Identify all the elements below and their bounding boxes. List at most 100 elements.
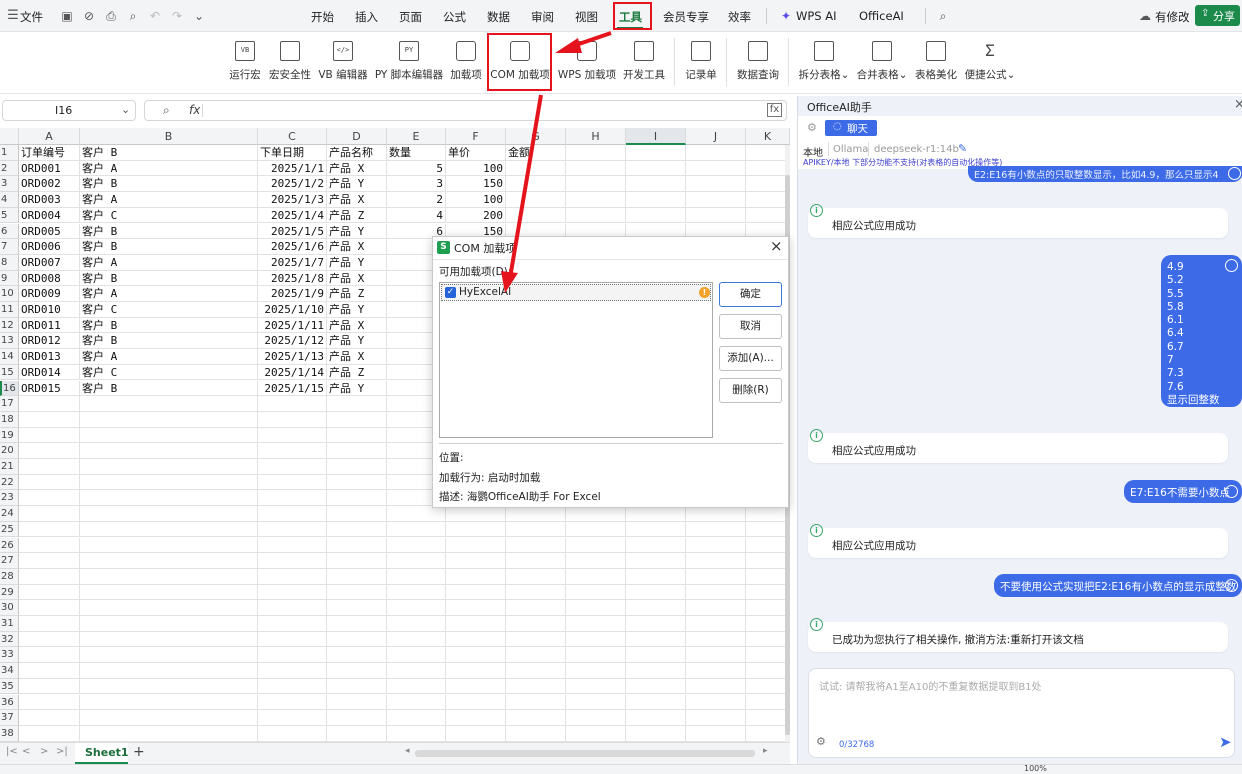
remove-button[interactable]: 删除(R) — [719, 378, 782, 403]
cell[interactable] — [446, 568, 506, 585]
cell[interactable] — [19, 725, 80, 742]
cell[interactable] — [327, 631, 387, 648]
cell[interactable]: ORD010 — [19, 302, 80, 318]
cell[interactable] — [686, 694, 746, 711]
cell[interactable] — [387, 506, 446, 522]
name-box[interactable]: I16 ⌄ — [2, 100, 136, 121]
cell[interactable] — [506, 192, 566, 208]
cell[interactable] — [746, 537, 790, 554]
cell[interactable] — [626, 537, 686, 554]
cell[interactable]: ORD011 — [19, 317, 80, 334]
cell[interactable] — [686, 207, 746, 224]
prev-sheet-icon[interactable]: < — [22, 746, 30, 757]
cell[interactable] — [626, 725, 686, 742]
cell[interactable] — [626, 568, 686, 585]
cell[interactable] — [80, 521, 258, 538]
cell[interactable] — [506, 725, 566, 742]
cell[interactable] — [327, 506, 387, 522]
cell[interactable] — [80, 396, 258, 412]
cell[interactable] — [626, 694, 686, 711]
cell[interactable]: ORD007 — [19, 254, 80, 271]
cell[interactable] — [258, 725, 327, 742]
chevron-down-icon[interactable]: ⌄ — [121, 103, 130, 116]
add-sheet-icon[interactable]: + — [133, 744, 145, 760]
cell[interactable]: ORD003 — [19, 192, 80, 208]
cell[interactable] — [446, 600, 506, 616]
cell[interactable] — [506, 584, 566, 601]
scroll-left-icon[interactable]: ◂ — [405, 746, 410, 756]
settings-icon[interactable]: ⚙ — [807, 121, 817, 134]
cell[interactable] — [686, 678, 746, 695]
cell[interactable] — [258, 427, 327, 444]
close-icon[interactable]: × — [770, 237, 783, 255]
cell[interactable] — [566, 568, 626, 585]
split-table-button[interactable]: 拆分表格⌄ — [797, 32, 851, 92]
chevron-down-icon[interactable]: ⌄ — [192, 9, 206, 23]
cell[interactable] — [686, 537, 746, 554]
cell[interactable] — [80, 725, 258, 742]
cell[interactable] — [686, 176, 746, 193]
cell[interactable]: 客户 B — [80, 317, 258, 334]
cell[interactable] — [566, 647, 626, 664]
cell[interactable] — [387, 647, 446, 664]
modified-status[interactable]: 有修改 — [1155, 9, 1190, 25]
cell[interactable] — [746, 725, 790, 742]
row-header[interactable]: 1 — [0, 145, 19, 161]
cell[interactable] — [258, 616, 327, 632]
row-header[interactable]: 28 — [0, 568, 19, 585]
row-header[interactable]: 27 — [0, 553, 19, 569]
cell[interactable] — [327, 616, 387, 632]
row-header[interactable]: 36 — [0, 694, 19, 711]
row-header[interactable]: 37 — [0, 710, 19, 726]
zoom-search-icon[interactable]: ⌕ — [163, 103, 170, 118]
cell[interactable]: 产品 X — [327, 160, 387, 177]
cell[interactable] — [258, 506, 327, 522]
cell[interactable] — [566, 160, 626, 177]
sheet-tab[interactable]: Sheet1 — [75, 743, 129, 764]
cell[interactable]: ORD013 — [19, 349, 80, 365]
cell[interactable] — [566, 521, 626, 538]
cell[interactable] — [506, 176, 566, 193]
cell[interactable] — [19, 678, 80, 695]
cell[interactable] — [626, 678, 686, 695]
formula-input[interactable]: ⌕ fx fx — [144, 100, 787, 121]
cell[interactable] — [626, 584, 686, 601]
mode-ollama[interactable]: Ollama — [833, 144, 868, 155]
cell[interactable] — [506, 553, 566, 569]
cell[interactable]: 客户 A — [80, 254, 258, 271]
cell[interactable] — [19, 521, 80, 538]
cell[interactable] — [19, 411, 80, 428]
column-header[interactable]: H — [566, 128, 626, 145]
cell[interactable] — [19, 631, 80, 648]
tab-insert[interactable]: 插入 — [355, 9, 378, 25]
cell[interactable] — [80, 678, 258, 695]
cell[interactable] — [327, 443, 387, 459]
cell[interactable] — [626, 647, 686, 664]
cell[interactable]: 产品 Z — [327, 286, 387, 302]
cell[interactable] — [258, 537, 327, 554]
cell[interactable] — [387, 631, 446, 648]
cell[interactable] — [80, 631, 258, 648]
cell[interactable]: 2025/1/2 — [258, 176, 327, 193]
wps-addins-button[interactable]: WPS 加载项 — [555, 32, 619, 92]
cell[interactable]: 产品 Z — [327, 364, 387, 381]
row-header[interactable]: 19 — [0, 427, 19, 444]
run-macro-button[interactable]: VB 运行宏 — [226, 32, 264, 92]
cell[interactable] — [686, 600, 746, 616]
cell[interactable]: 3 — [387, 176, 446, 193]
tab-view[interactable]: 视图 — [575, 9, 598, 25]
cell[interactable] — [327, 663, 387, 679]
row-header[interactable]: 35 — [0, 678, 19, 695]
cell[interactable]: 客户 B — [80, 333, 258, 350]
cell[interactable] — [446, 506, 506, 522]
cell[interactable] — [80, 663, 258, 679]
cell[interactable] — [258, 710, 327, 726]
cell[interactable] — [746, 160, 790, 177]
cell[interactable] — [327, 553, 387, 569]
cell[interactable] — [327, 396, 387, 412]
row-header[interactable]: 21 — [0, 459, 19, 475]
cell[interactable] — [80, 459, 258, 475]
cell[interactable]: 4 — [387, 207, 446, 224]
cell[interactable] — [19, 427, 80, 444]
cell[interactable] — [506, 663, 566, 679]
